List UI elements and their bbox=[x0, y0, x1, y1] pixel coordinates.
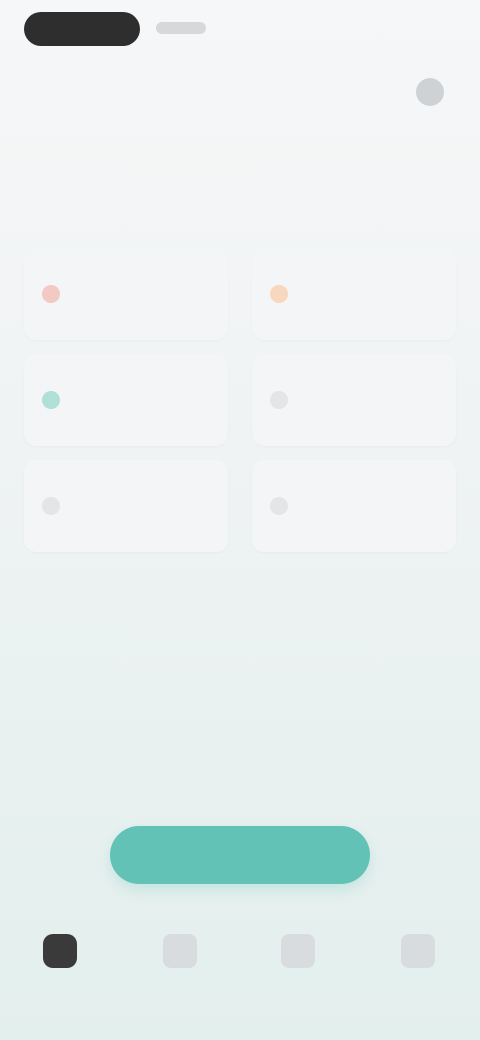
gray-circle-icon bbox=[270, 497, 288, 515]
header bbox=[0, 100, 480, 170]
status-bar bbox=[0, 0, 480, 64]
status-time bbox=[24, 12, 140, 46]
tab-3[interactable] bbox=[268, 934, 328, 998]
card-6[interactable] bbox=[252, 460, 456, 552]
card-3[interactable] bbox=[24, 354, 228, 446]
tab-icon-2 bbox=[163, 934, 197, 968]
gray-circle-icon bbox=[42, 497, 60, 515]
card-4[interactable] bbox=[252, 354, 456, 446]
home-icon bbox=[43, 934, 77, 968]
card-2[interactable] bbox=[252, 248, 456, 340]
tab-4[interactable] bbox=[388, 934, 448, 998]
teal-circle-icon bbox=[42, 391, 60, 409]
card-1[interactable] bbox=[24, 248, 228, 340]
card-5[interactable] bbox=[24, 460, 228, 552]
card-grid bbox=[24, 248, 456, 552]
status-indicator bbox=[156, 22, 206, 34]
tab-icon-4 bbox=[401, 934, 435, 968]
orange-circle-icon bbox=[270, 285, 288, 303]
tab-bar bbox=[0, 920, 480, 1010]
tab-1[interactable] bbox=[30, 934, 90, 998]
tab-icon-3 bbox=[281, 934, 315, 968]
tab-2[interactable] bbox=[150, 934, 210, 998]
primary-action-button[interactable] bbox=[110, 826, 370, 884]
red-circle-icon bbox=[42, 285, 60, 303]
gray-circle-icon bbox=[270, 391, 288, 409]
